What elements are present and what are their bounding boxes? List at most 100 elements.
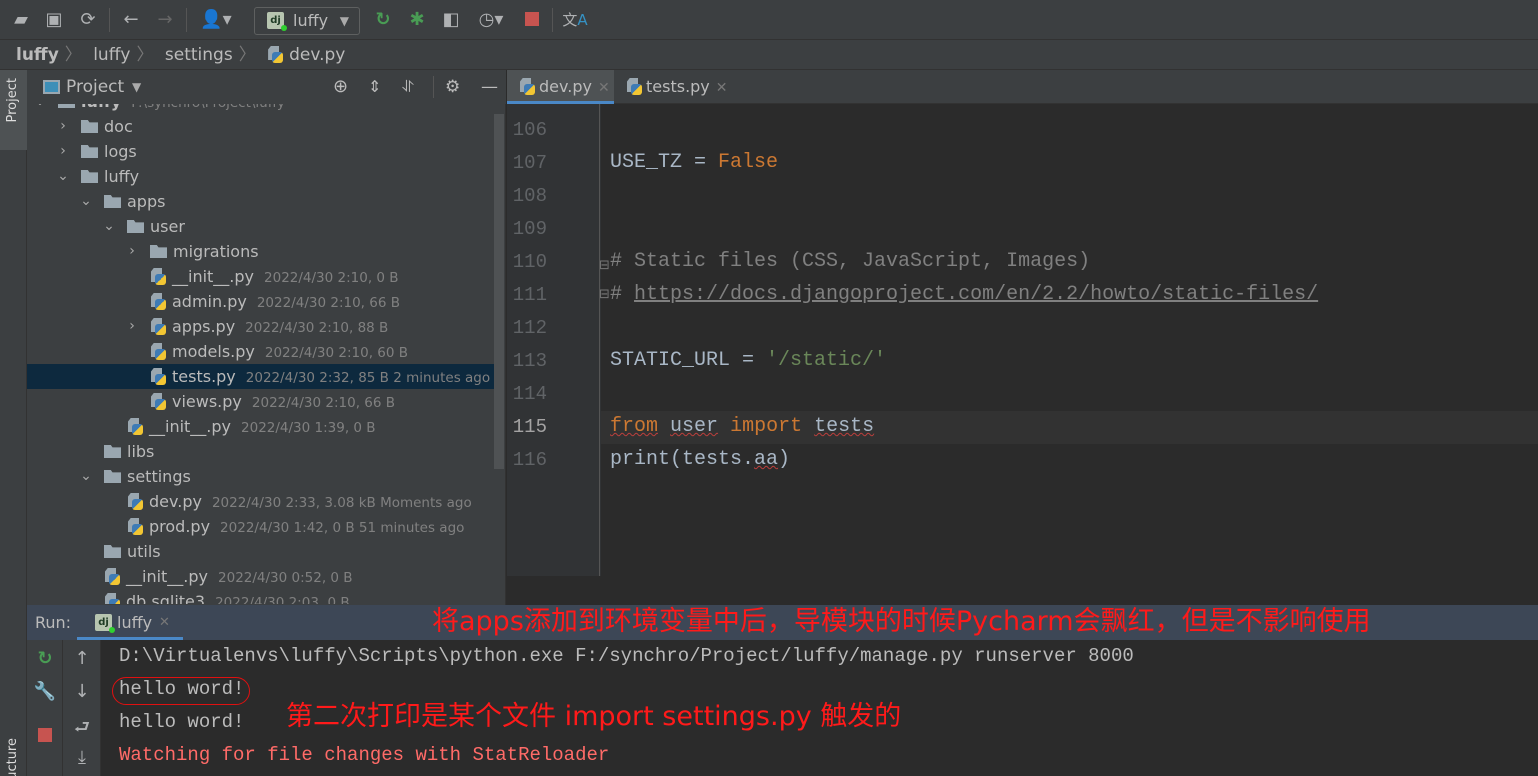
chevron-right-icon[interactable]: › bbox=[126, 314, 138, 339]
tree-item-meta: 2022/4/30 1:42, 0 B 51 minutes ago bbox=[220, 520, 465, 536]
code-line[interactable]: # https://docs.djangoproject.com/en/2.2/… bbox=[610, 283, 1318, 306]
tree-item[interactable]: __init__.py 2022/4/30 1:39, 0 B bbox=[27, 414, 494, 439]
breadcrumb-item[interactable]: dev.py bbox=[289, 45, 345, 65]
gutter-separator bbox=[599, 104, 600, 576]
python-file-icon bbox=[150, 293, 166, 310]
tree-item[interactable]: ⌄ apps bbox=[27, 189, 494, 214]
open-folder-icon[interactable]: ▰ bbox=[8, 8, 34, 32]
translate-icon[interactable]: 文A bbox=[562, 8, 588, 32]
close-icon[interactable]: ✕ bbox=[716, 80, 728, 96]
tree-item-label: __init__.py bbox=[126, 567, 209, 586]
gear-icon[interactable]: ⚙ bbox=[445, 70, 460, 104]
tree-item-label: prod.py bbox=[149, 517, 211, 536]
tree-item[interactable]: › doc bbox=[27, 114, 494, 139]
tab-dev-py[interactable]: dev.py ✕ bbox=[507, 70, 614, 104]
tree-item[interactable]: prod.py 2022/4/30 1:42, 0 B 51 minutes ag… bbox=[27, 514, 494, 539]
run-configuration-select[interactable]: dj luffy ▼ bbox=[254, 7, 360, 35]
tree-item-meta: 2022/4/30 2:10, 66 B bbox=[251, 395, 396, 411]
breadcrumb: luffy 〉 luffy 〉 settings 〉 dev.py bbox=[0, 40, 1538, 70]
tree-item[interactable]: utils bbox=[27, 539, 494, 564]
code-line[interactable]: STATIC_URL = '/static/' bbox=[610, 349, 886, 372]
console-line: Watching for file changes with StatReloa… bbox=[119, 744, 610, 766]
stop-icon[interactable] bbox=[519, 8, 545, 32]
line-number: 111 bbox=[512, 284, 547, 306]
chevron-down-icon: ▼ bbox=[339, 14, 349, 28]
chevron-down-icon[interactable]: ⌄ bbox=[80, 464, 92, 489]
chevron-right-icon[interactable]: › bbox=[126, 239, 138, 264]
tree-item[interactable]: › logs bbox=[27, 139, 494, 164]
structure-tool-label: Structure bbox=[5, 738, 20, 776]
chevron-down-icon[interactable]: ⌄ bbox=[80, 189, 92, 214]
tree-item[interactable]: __init__.py 2022/4/30 0:52, 0 B bbox=[27, 564, 494, 589]
toolbar-divider bbox=[186, 8, 187, 32]
close-icon[interactable]: ✕ bbox=[159, 605, 170, 640]
minimize-icon[interactable]: — bbox=[481, 70, 498, 104]
fold-icon[interactable]: ⊟ bbox=[599, 258, 610, 273]
soft-wrap-icon[interactable]: ⮐ bbox=[70, 715, 94, 745]
save-icon[interactable]: ▣ bbox=[41, 8, 67, 32]
tree-item[interactable]: admin.py 2022/4/30 2:10, 66 B bbox=[27, 289, 494, 314]
project-tool-tab[interactable]: Project bbox=[0, 70, 27, 150]
run-tab-luffy[interactable]: dj luffy ✕ bbox=[77, 605, 183, 640]
back-icon[interactable]: ← bbox=[118, 8, 144, 32]
tree-item-label: luffy bbox=[104, 167, 140, 186]
sync-icon[interactable]: ⟳ bbox=[75, 8, 101, 32]
tree-scrollbar[interactable] bbox=[494, 114, 504, 469]
chevron-right-icon: 〉 bbox=[238, 45, 256, 65]
tree-item[interactable]: db.sqlite3 2022/4/30 2:03, 0 B bbox=[27, 589, 494, 604]
tree-item[interactable]: ⌄ luffy bbox=[27, 164, 494, 189]
code-line[interactable]: from user import tests bbox=[610, 415, 874, 438]
chevron-right-icon[interactable]: › bbox=[57, 114, 69, 139]
code-line[interactable]: # Static files (CSS, JavaScript, Images) bbox=[610, 250, 1090, 273]
tree-item-label: user bbox=[150, 217, 185, 236]
code-token: # bbox=[610, 283, 635, 306]
code-token: STATIC_URL = bbox=[610, 349, 767, 372]
tree-item[interactable]: › apps.py 2022/4/30 2:10, 88 B bbox=[27, 314, 494, 339]
project-view-select[interactable]: Project bbox=[66, 70, 124, 104]
tree-item[interactable]: models.py 2022/4/30 2:10, 60 B bbox=[27, 339, 494, 364]
annotation-top: 将apps添加到环境变量中后，导模块的时候Pycharm会飘红，但是不影响使用 bbox=[432, 606, 1371, 637]
chevron-right-icon[interactable]: › bbox=[57, 139, 69, 164]
forward-icon[interactable]: → bbox=[152, 8, 178, 32]
breadcrumb-item[interactable]: luffy bbox=[16, 45, 59, 65]
coverage-icon[interactable]: ◧ bbox=[438, 8, 464, 32]
chevron-down-icon[interactable]: ▼ bbox=[132, 70, 141, 104]
arrow-down-icon[interactable]: ↓ bbox=[70, 681, 94, 702]
stop-icon[interactable] bbox=[33, 726, 57, 747]
tree-item-label: migrations bbox=[173, 242, 259, 261]
close-icon[interactable]: ✕ bbox=[598, 80, 610, 96]
tree-item[interactable]: libs bbox=[27, 439, 494, 464]
tree-item[interactable]: tests.py 2022/4/30 2:32, 85 B 2 minutes a… bbox=[27, 364, 494, 389]
tree-item[interactable]: views.py 2022/4/30 2:10, 66 B bbox=[27, 389, 494, 414]
tree-item[interactable]: › migrations bbox=[27, 239, 494, 264]
fold-icon[interactable]: ⊟ bbox=[599, 287, 610, 302]
tree-item[interactable]: ⌄ settings bbox=[27, 464, 494, 489]
tab-label: dev.py bbox=[539, 77, 592, 96]
locate-icon[interactable]: ⊕ bbox=[333, 70, 348, 104]
tree-item-meta: 2022/4/30 2:10, 66 B bbox=[256, 295, 400, 311]
rerun-icon[interactable]: ↻ bbox=[370, 8, 396, 32]
structure-tool-tab[interactable]: Structure bbox=[0, 690, 27, 776]
django-icon: dj bbox=[95, 614, 115, 633]
expand-all-icon[interactable]: ⇕ bbox=[368, 70, 381, 104]
chevron-down-icon[interactable]: ⌄ bbox=[57, 164, 69, 189]
tree-item[interactable]: __init__.py 2022/4/30 2:10, 0 B bbox=[27, 264, 494, 289]
chevron-down-icon[interactable]: ⌄ bbox=[103, 214, 115, 239]
code-token: # Static files (CSS, JavaScript, Images) bbox=[610, 250, 1091, 273]
breadcrumb-item[interactable]: luffy bbox=[93, 45, 130, 65]
debug-icon[interactable]: ✱ bbox=[404, 8, 430, 32]
scroll-to-end-icon[interactable]: ⤓ bbox=[70, 747, 94, 768]
tab-tests-py[interactable]: tests.py ✕ bbox=[614, 70, 729, 104]
rerun-icon[interactable]: ↻ bbox=[33, 648, 57, 669]
collapse-all-icon[interactable]: ⥯ bbox=[402, 70, 414, 104]
arrow-up-icon[interactable]: ↑ bbox=[70, 648, 94, 669]
breadcrumb-item[interactable]: settings bbox=[165, 45, 233, 65]
tree-item[interactable]: dev.py 2022/4/30 2:33, 3.08 kB Moments ag… bbox=[27, 489, 494, 514]
code-line[interactable]: print(tests.aa) bbox=[610, 448, 790, 471]
profile-icon[interactable]: ◷▾ bbox=[471, 8, 511, 32]
tree-item[interactable]: ⌄ user bbox=[27, 214, 494, 239]
project-tool-label: Project bbox=[5, 78, 20, 123]
user-icon[interactable]: 👤▾ bbox=[196, 8, 236, 32]
wrench-icon[interactable]: 🔧 bbox=[33, 681, 57, 702]
code-line[interactable]: USE_TZ = False bbox=[610, 151, 778, 174]
